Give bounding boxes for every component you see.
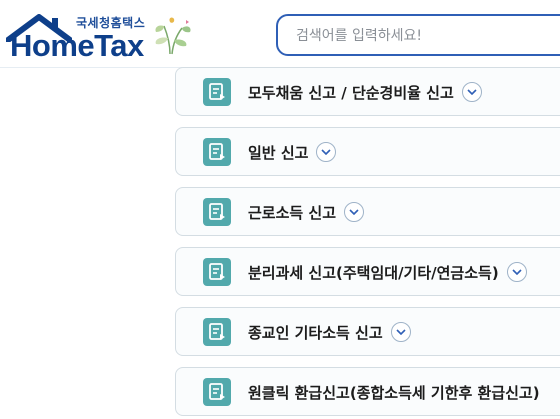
logo-big-text: HomeTax	[10, 28, 144, 63]
document-icon	[203, 138, 231, 166]
menu-item-label: 모두채움 신고 / 단순경비율 신고	[248, 81, 482, 104]
search-input[interactable]	[294, 25, 560, 47]
menu-item-label: 일반 신고	[248, 141, 337, 164]
document-icon	[203, 318, 231, 346]
chevron-down-icon[interactable]	[390, 321, 411, 342]
menu-item-general-filing[interactable]: 일반 신고	[175, 127, 560, 176]
chevron-down-icon[interactable]	[461, 81, 482, 102]
menu-item-label: 원클릭 환급신고(종합소득세 기한후 환급신고)	[248, 384, 540, 402]
chevron-down-icon[interactable]	[316, 141, 337, 162]
menu-item-one-click-refund-filing[interactable]: 원클릭 환급신고(종합소득세 기한후 환급신고)	[175, 367, 560, 416]
chevron-down-icon[interactable]	[344, 201, 365, 222]
document-icon	[203, 378, 231, 406]
menu-item-earned-income-filing[interactable]: 근로소득 신고	[175, 187, 560, 236]
hometax-logo[interactable]: 국세청홈택스 HomeTax	[6, 10, 196, 63]
menu-item-religious-income-filing[interactable]: 종교인 기타소득 신고	[175, 307, 560, 356]
chevron-down-icon[interactable]	[506, 261, 527, 282]
menu-item-label: 종교인 기타소득 신고	[248, 321, 411, 344]
menu-item-separate-taxation-filing[interactable]: 분리과세 신고(주택임대/기타/연금소득)	[175, 247, 560, 296]
document-icon	[203, 78, 231, 106]
menu-item-simple-filing[interactable]: 모두채움 신고 / 단순경비율 신고	[175, 67, 560, 116]
plant-icon	[155, 17, 191, 55]
menu-item-label: 분리과세 신고(주택임대/기타/연금소득)	[248, 261, 527, 284]
menu-item-label: 근로소득 신고	[248, 201, 365, 224]
search-box[interactable]	[276, 14, 560, 56]
document-icon	[203, 258, 231, 286]
header: 국세청홈택스 HomeTax	[0, 0, 560, 68]
document-icon	[203, 198, 231, 226]
